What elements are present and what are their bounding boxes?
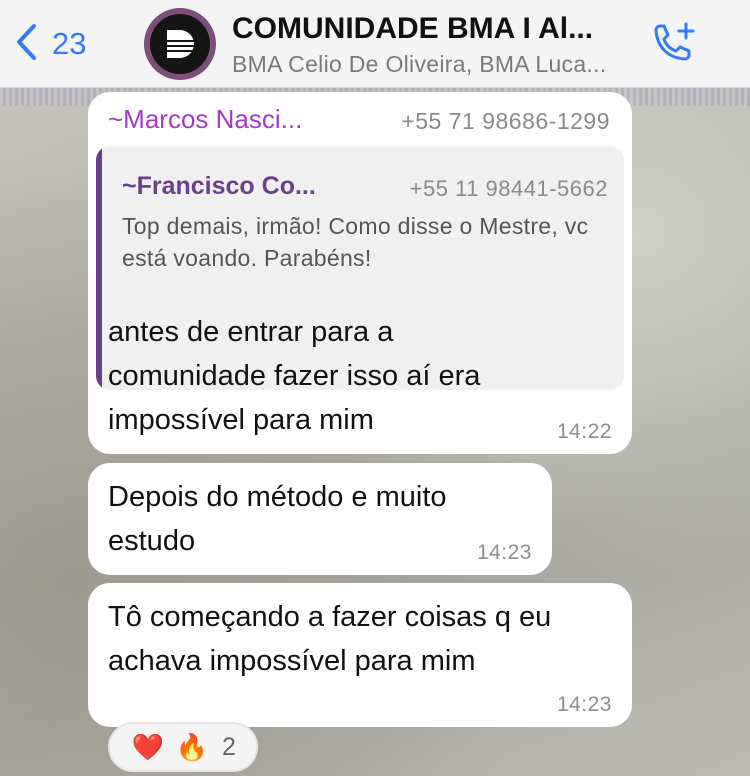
message-time: 14:23 [476, 541, 532, 564]
quote-bar [96, 146, 102, 390]
message-text: Tô começando a fazer coisas q eu achava … [108, 601, 552, 677]
back-button[interactable]: 23 [14, 23, 87, 66]
quoted-text: Top demais, irmão! Como disse o Mestre, … [122, 213, 589, 271]
sender-phone[interactable]: +55 71 98686-1299 [401, 108, 610, 135]
unread-count: 23 [52, 26, 87, 61]
message-bubble[interactable]: ~Marcos Nasci... +55 71 98686-1299 ~Fran… [88, 92, 632, 454]
sender-name[interactable]: ~Marcos Nasci... [108, 104, 338, 135]
phone-add-icon [654, 22, 695, 61]
chat-header: 23 COMUNIDADE BMA I Al... BMA Celio De O… [0, 0, 750, 88]
quoted-sender-phone: +55 11 98441-5662 [409, 176, 608, 201]
message-text: Depois do método e muito estudo [108, 481, 447, 557]
chat-title[interactable]: COMUNIDADE BMA I Al... [232, 12, 622, 46]
chevron-left-icon [14, 23, 40, 66]
reaction-count: 2 [222, 732, 236, 761]
group-logo-icon [150, 14, 210, 74]
message-time: 14:23 [556, 693, 612, 716]
group-avatar[interactable] [144, 8, 216, 80]
message-bubble[interactable]: Tô começando a fazer coisas q eu achava … [88, 583, 632, 727]
reactions-pill[interactable]: ❤️ 🔥 2 [108, 722, 258, 772]
heart-reaction-icon: ❤️ [131, 732, 165, 762]
message-time: 14:22 [556, 420, 612, 443]
quoted-sender-name: ~Francisco Co... [122, 172, 316, 200]
chat-members[interactable]: BMA Celio De Oliveira, BMA Luca... [232, 51, 624, 78]
fire-reaction-icon: 🔥 [175, 732, 209, 762]
message-bubble[interactable]: Depois do método e muito estudo 14:23 [88, 463, 552, 575]
message-text: antes de entrar para a comunidade fazer … [108, 316, 481, 436]
add-call-button[interactable] [648, 20, 700, 66]
